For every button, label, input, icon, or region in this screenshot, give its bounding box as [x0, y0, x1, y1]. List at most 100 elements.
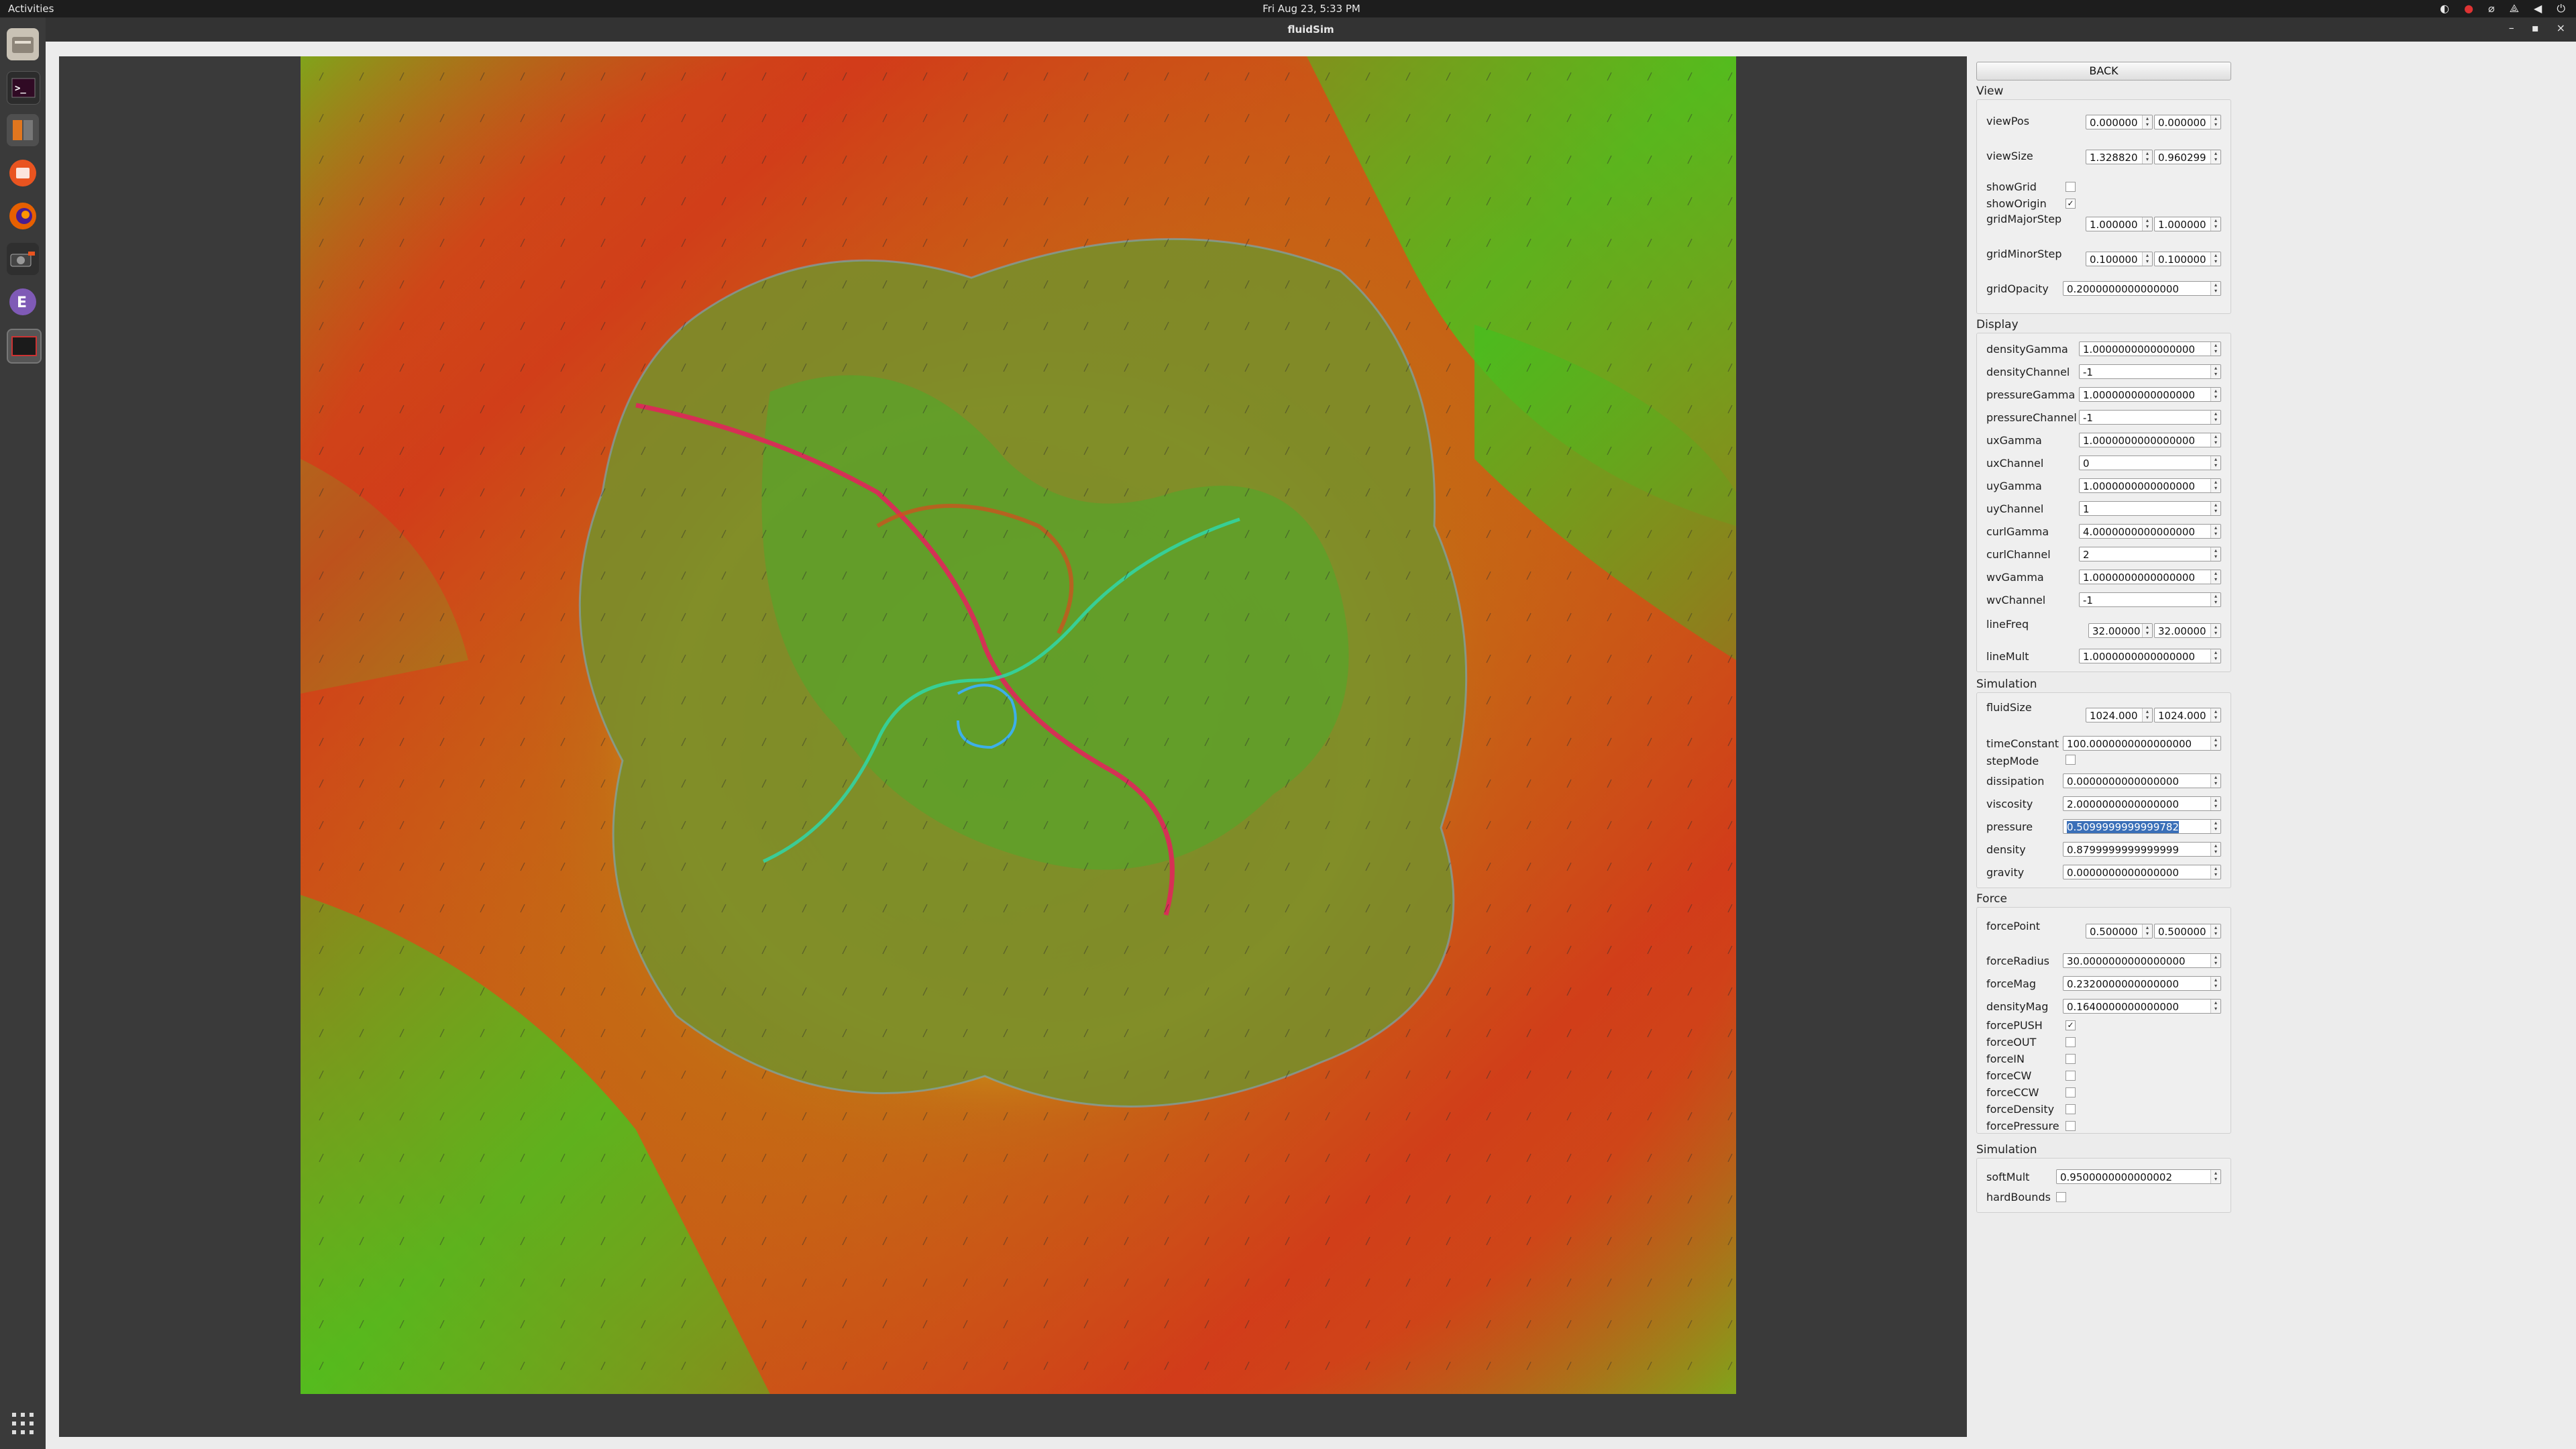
wvgamma-label: wvGamma — [1986, 571, 2044, 584]
softmult-input[interactable]: 0.9500000000000002 ▴ ▾ — [2056, 1169, 2221, 1184]
curlgamma-input[interactable]: 4.0000000000000000 ▴ ▾ — [2079, 524, 2221, 539]
gridminorstep-x-input[interactable]: 0.100000 ▴ ▾ — [2086, 252, 2153, 266]
uxchannel-input[interactable]: 0 ▴ ▾ — [2079, 455, 2221, 470]
uychannel-input[interactable]: 1 ▴ ▾ — [2079, 501, 2221, 516]
viewsize-x-input[interactable]: 1.328820 ▴ ▾ — [2086, 150, 2153, 164]
uygamma-input[interactable]: 1.0000000000000000 ▴ ▾ — [2079, 478, 2221, 493]
show-applications-icon[interactable] — [11, 1411, 35, 1436]
dissipation-input[interactable]: 0.0000000000000000 ▴ ▾ — [2063, 773, 2221, 788]
timeconstant-input[interactable]: 100.0000000000000000 ▴ ▾ — [2063, 736, 2221, 751]
forcecw-checkbox[interactable] — [2065, 1071, 2076, 1081]
screenshot-tool-icon[interactable] — [7, 243, 39, 275]
forcepressure-label: forcePressure — [1986, 1120, 2059, 1132]
view-group: viewPos 0.000000 ▴ ▾ 0.000000 ▴ ▾ viewSize 1… — [1976, 99, 2231, 314]
gridopacity-label: gridOpacity — [1986, 282, 2049, 295]
showorigin-checkbox[interactable]: ✓ — [2065, 199, 2076, 209]
app-window: BACK View viewPos 0.000000 ▴ ▾ 0.000000 ▴ ▾ … — [46, 42, 2576, 1449]
stepmode-checkbox[interactable] — [2065, 755, 2076, 765]
curlchannel-input[interactable]: 2 ▴ ▾ — [2079, 547, 2221, 561]
fluidsim-window-icon[interactable] — [7, 329, 42, 364]
firefox-icon[interactable] — [7, 200, 39, 232]
fluid-simulation-canvas[interactable] — [301, 56, 1736, 1394]
linemult-input[interactable]: 1.0000000000000000 ▴ ▾ — [2079, 649, 2221, 663]
terminal-icon[interactable]: >_ — [7, 71, 40, 105]
viewsize-label: viewSize — [1986, 150, 2033, 162]
back-button[interactable]: BACK — [1976, 62, 2231, 80]
maximize-button[interactable]: ▪ — [2532, 21, 2539, 34]
density-label: density — [1986, 843, 2026, 856]
display-group: densityGamma 1.0000000000000000 ▴ ▾ densit… — [1976, 333, 2231, 672]
files-icon[interactable] — [7, 28, 39, 60]
gravity-input[interactable]: 0.0000000000000000 ▴ ▾ — [2063, 865, 2221, 879]
notification-icon[interactable]: ● — [2464, 2, 2473, 15]
gridmajorstep-x-input[interactable]: 1.000000 ▴ ▾ — [2086, 217, 2153, 231]
pressuregamma-label: pressureGamma — [1986, 388, 2076, 401]
forcepush-checkbox[interactable]: ✓ — [2065, 1020, 2076, 1030]
activities-button[interactable]: Activities — [8, 3, 54, 15]
pressurechannel-input[interactable]: -1 ▴ ▾ — [2079, 410, 2221, 425]
gridminorstep-y-input[interactable]: 0.100000 ▴ ▾ — [2154, 252, 2221, 266]
section-simulation2-title: Simulation — [1976, 1143, 2037, 1157]
power-icon[interactable]: ⏻ — [2557, 2, 2565, 15]
forcedensity-checkbox[interactable] — [2065, 1104, 2076, 1114]
linefreq-x-input[interactable]: 32.00000 ▴ ▾ — [2088, 623, 2153, 638]
uygamma-label: uyGamma — [1986, 480, 2042, 492]
pressure-input[interactable]: 0.5099999999999782 ▴ ▾ — [2063, 819, 2221, 834]
ubuntu-software-icon[interactable] — [7, 157, 39, 189]
gridminorstep-label: gridMinorStep — [1986, 248, 2062, 260]
window-titlebar[interactable]: fluidSim – ▪ × — [46, 17, 2576, 42]
densitychannel-input[interactable]: -1 ▴ ▾ — [2079, 364, 2221, 379]
density-input[interactable]: 0.8799999999999999 ▴ ▾ — [2063, 842, 2221, 857]
top-bar: Activities Fri Aug 23, 5:33 PM ◐ ● ⌀ ⟁ ◀… — [0, 0, 2576, 17]
minimize-button[interactable]: – — [2509, 21, 2514, 34]
system-tray[interactable]: ◐ ● ⌀ ⟁ ◀ ⏻ — [2440, 2, 2565, 15]
forcepressure-checkbox[interactable] — [2065, 1121, 2076, 1131]
software-updater-icon[interactable] — [7, 114, 39, 146]
network-icon[interactable]: ⟁ — [2510, 2, 2519, 15]
fluidsize-y-input[interactable]: 1024.000 ▴ ▾ — [2154, 708, 2221, 722]
viewpos-x-input[interactable]: 0.000000 ▴ ▾ — [2086, 115, 2153, 129]
pressure-label: pressure — [1986, 820, 2033, 833]
close-button[interactable]: × — [2557, 21, 2565, 34]
wvgamma-input[interactable]: 1.0000000000000000 ▴ ▾ — [2079, 570, 2221, 584]
forceccw-checkbox[interactable] — [2065, 1087, 2076, 1097]
viscosity-label: viscosity — [1986, 798, 2033, 810]
window-title: fluidSim — [1287, 23, 1334, 36]
fluidsize-x-input[interactable]: 1024.000 ▴ ▾ — [2086, 708, 2153, 722]
viewpos-y-input[interactable]: 0.000000 ▴ ▾ — [2154, 115, 2221, 129]
densitygamma-input[interactable]: 1.0000000000000000 ▴ ▾ — [2079, 341, 2221, 356]
fluidsize-label: fluidSize — [1986, 701, 2032, 714]
forceradius-label: forceRadius — [1986, 955, 2049, 967]
viewsize-y-input[interactable]: 0.960299 ▴ ▾ — [2154, 150, 2221, 164]
volume-icon[interactable]: ◀ — [2534, 2, 2542, 15]
hardbounds-checkbox[interactable] — [2056, 1192, 2066, 1202]
mute-icon[interactable]: ⌀ — [2488, 2, 2495, 15]
showgrid-checkbox[interactable] — [2065, 182, 2076, 192]
forcepoint-x-input[interactable]: 0.500000 ▴ ▾ — [2086, 924, 2153, 938]
steam-icon[interactable]: ◐ — [2440, 2, 2449, 15]
simulation-group: fluidSize 1024.000 ▴ ▾ 1024.000 ▴ ▾ timeCons… — [1976, 692, 2231, 888]
curlchannel-label: curlChannel — [1986, 548, 2051, 561]
pressuregamma-input[interactable]: 1.0000000000000000 ▴ ▾ — [2079, 387, 2221, 402]
linefreq-y-input[interactable]: 32.00000 ▴ ▾ — [2154, 623, 2221, 638]
densitygamma-label: densityGamma — [1986, 343, 2068, 356]
uychannel-label: uyChannel — [1986, 502, 2044, 515]
wvchannel-input[interactable]: -1 ▴ ▾ — [2079, 592, 2221, 607]
force-group: forcePoint 0.500000 ▴ ▾ 0.500000 ▴ ▾ forceRa… — [1976, 907, 2231, 1134]
gridopacity-input[interactable]: 0.2000000000000000 ▴ ▾ — [2063, 281, 2221, 296]
forceradius-input[interactable]: 30.0000000000000000 ▴ ▾ — [2063, 953, 2221, 968]
forcein-checkbox[interactable] — [2065, 1054, 2076, 1064]
uxgamma-input[interactable]: 1.0000000000000000 ▴ ▾ — [2079, 433, 2221, 447]
densitymag-input[interactable]: 0.1640000000000000 ▴ ▾ — [2063, 999, 2221, 1014]
forcepoint-y-input[interactable]: 0.500000 ▴ ▾ — [2154, 924, 2221, 938]
forcemag-input[interactable]: 0.2320000000000000 ▴ ▾ — [2063, 976, 2221, 991]
gridmajorstep-y-input[interactable]: 1.000000 ▴ ▾ — [2154, 217, 2221, 231]
clock[interactable]: Fri Aug 23, 5:33 PM — [1261, 3, 1362, 15]
emacs-icon[interactable]: E — [7, 286, 39, 318]
forceout-checkbox[interactable] — [2065, 1037, 2076, 1047]
gravity-label: gravity — [1986, 866, 2025, 879]
viscosity-input[interactable]: 2.0000000000000000 ▴ ▾ — [2063, 796, 2221, 811]
forcepoint-label: forcePoint — [1986, 920, 2041, 932]
dock: >_ E — [0, 17, 46, 1449]
densitymag-label: densityMag — [1986, 1000, 2049, 1013]
